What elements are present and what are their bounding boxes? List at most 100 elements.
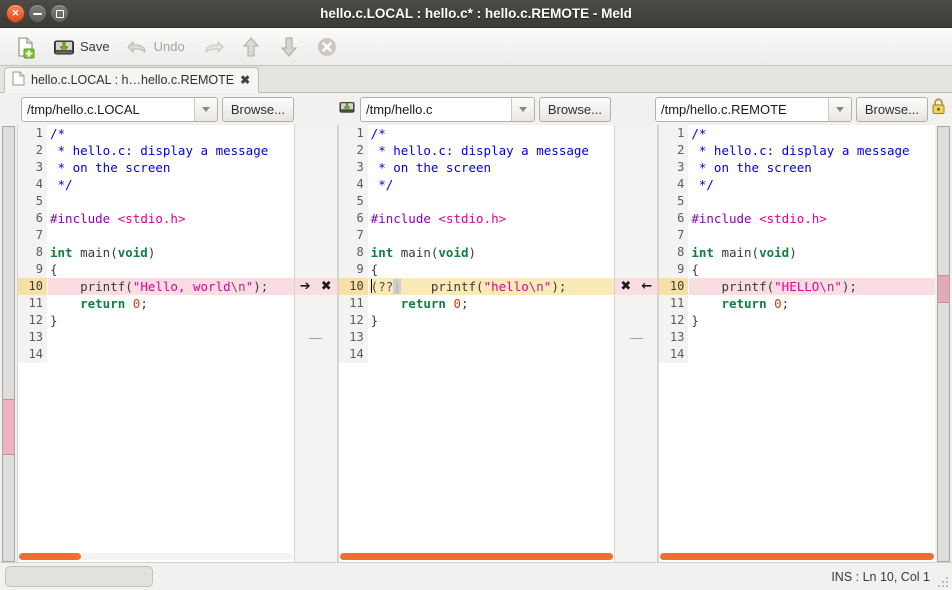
code-line[interactable]: 3 * on the screen [18,159,294,176]
code-line[interactable]: 3 * on the screen [659,159,935,176]
code-line[interactable]: 10 printf("HELLO\n"); [659,278,936,295]
code-pane-remote[interactable]: 1/* 2 * hello.c: display a message 3 * on … [658,125,936,562]
code-line[interactable]: 14 [18,346,294,363]
code-text[interactable]: * on the screen [369,159,615,176]
code-pane-local[interactable]: 1/* 2 * hello.c: display a message 3 * on … [17,125,294,562]
code-line[interactable]: 7 [338,227,615,244]
code-text[interactable]: { [369,261,615,278]
path-value-merged[interactable]: /tmp/hello.c [361,98,511,121]
path-combo-local[interactable]: /tmp/hello.c.LOCAL [21,96,218,122]
code-line[interactable]: 9{ [659,261,935,278]
code-text[interactable]: */ [369,176,615,193]
code-text[interactable]: #include <stdio.h> [369,210,615,227]
code-line[interactable]: 2 * hello.c: display a message [18,142,294,159]
close-window-icon[interactable]: ✕ [6,4,25,23]
code-text[interactable] [689,193,935,210]
code-text[interactable]: return 0; [369,295,615,312]
code-text[interactable]: /* [689,125,935,142]
push-right-icon[interactable]: ➔ [300,279,311,294]
code-line[interactable]: 1/* [18,125,294,142]
code-line[interactable]: 2 * hello.c: display a message [659,142,935,159]
delete-change-icon[interactable]: ✖ [620,279,631,294]
code-text[interactable]: int main(void) [369,244,615,261]
overview-conflict-marker[interactable] [3,399,14,455]
code-view-remote[interactable]: 1/* 2 * hello.c: display a message 3 * on … [659,125,936,550]
action-gutter-right[interactable]: ✖ ← — [614,125,659,562]
code-text[interactable] [48,193,294,210]
code-text[interactable]: * hello.c: display a message [48,142,294,159]
code-text[interactable] [48,227,294,244]
code-line[interactable]: 8 int main(void) [338,244,615,261]
code-line[interactable]: 4 */ [659,176,935,193]
code-line[interactable]: 5 [18,193,294,210]
code-text[interactable]: * on the screen [689,159,935,176]
code-line[interactable]: 7 [659,227,935,244]
code-text[interactable]: /* [48,125,294,142]
code-text[interactable]: */ [48,176,294,193]
code-line[interactable]: 4 */ [338,176,615,193]
previous-change-button[interactable] [233,31,269,63]
path-dropdown-local[interactable] [193,97,217,121]
maximize-window-icon[interactable] [50,4,69,23]
code-line[interactable]: 2 * hello.c: display a message [338,142,615,159]
code-text[interactable] [369,193,615,210]
code-line[interactable]: 13 [338,329,615,346]
code-text[interactable]: * on the screen [48,159,294,176]
tab-hello-c-merge[interactable]: hello.c.LOCAL : h…hello.c.REMOTE ✖ [4,67,260,93]
code-line[interactable]: 12} [338,312,615,329]
code-line[interactable]: 4 */ [18,176,294,193]
code-text[interactable]: printf("Hello, world\n"); [48,278,294,295]
code-line[interactable]: 6 #include <stdio.h> [338,210,615,227]
next-change-button[interactable] [271,31,307,63]
code-text[interactable]: return 0; [48,295,294,312]
path-dropdown-remote[interactable] [827,97,851,121]
browse-button-local[interactable]: Browse... [221,96,294,122]
code-text[interactable] [48,329,294,346]
code-line[interactable]: 8 int main(void) [659,244,935,261]
code-text[interactable]: #include <stdio.h> [48,210,294,227]
overview-track-right[interactable] [937,126,951,562]
code-line[interactable]: 1/* [659,125,935,142]
code-line[interactable]: 5 [659,193,935,210]
code-text[interactable]: } [369,312,615,329]
code-text[interactable]: /* [369,125,615,142]
code-text[interactable]: #include <stdio.h> [689,210,935,227]
code-text[interactable]: * hello.c: display a message [689,142,935,159]
code-line[interactable]: 11 return 0; [18,295,294,312]
action-gutter-left[interactable]: ➔ ✖ — [293,125,338,562]
tab-close-icon[interactable]: ✖ [240,73,250,87]
code-line[interactable]: 6 #include <stdio.h> [659,210,935,227]
code-line[interactable]: 13 [659,329,935,346]
code-text[interactable]: (??) printf("hello\n"); [368,278,615,295]
code-text[interactable]: } [48,312,294,329]
code-text[interactable] [689,346,935,363]
push-left-icon[interactable]: ← [641,279,652,294]
code-line[interactable]: 11 return 0; [338,295,615,312]
code-text[interactable] [48,346,294,363]
lock-icon[interactable] [931,98,946,120]
code-line[interactable]: 12} [659,312,935,329]
code-line[interactable]: 10 printf("Hello, world\n"); [18,278,294,295]
code-line[interactable]: 3 * on the screen [338,159,615,176]
path-combo-remote[interactable]: /tmp/hello.c.REMOTE [655,96,852,122]
overview-map-left[interactable] [0,125,17,562]
resize-grip-icon[interactable] [937,575,949,587]
code-line[interactable]: 13 [18,329,294,346]
code-text[interactable]: { [48,261,294,278]
hscrollbar-merged[interactable] [338,550,615,562]
hscrollbar-remote[interactable] [659,550,936,562]
stop-button[interactable] [309,31,345,63]
code-line[interactable]: 14 [338,346,615,363]
overview-map-right[interactable] [935,125,952,562]
delete-change-icon[interactable]: ✖ [321,279,332,294]
minimize-window-icon[interactable] [28,4,47,23]
code-line[interactable]: 9{ [338,261,615,278]
code-text[interactable] [369,227,615,244]
browse-button-remote[interactable]: Browse... [855,96,928,122]
code-text[interactable]: printf("HELLO\n"); [689,278,935,295]
redo-button[interactable] [195,31,231,63]
undo-button[interactable]: Undo [120,31,193,63]
code-line[interactable]: 9{ [18,261,294,278]
code-text[interactable] [369,346,615,363]
code-line[interactable]: 6 #include <stdio.h> [18,210,294,227]
